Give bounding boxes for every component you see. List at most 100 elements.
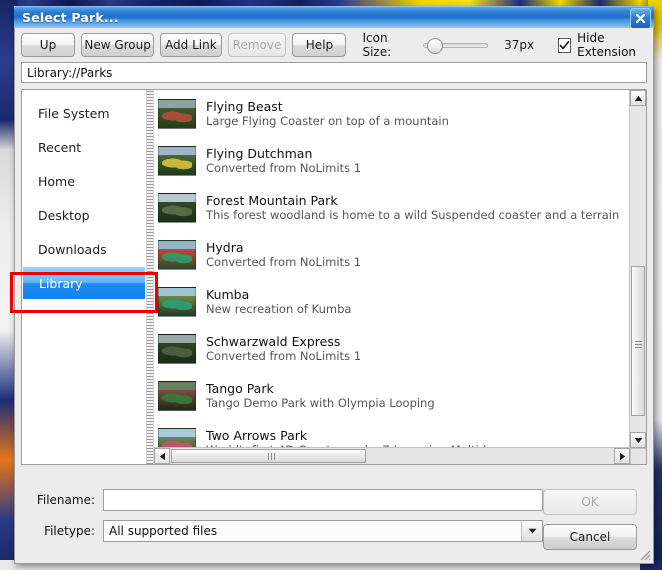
park-thumbnail-icon	[158, 145, 196, 176]
park-thumbnail-icon	[158, 98, 196, 129]
park-thumbnail-icon	[158, 239, 196, 270]
filetype-label: Filetype:	[44, 524, 95, 538]
vertical-scrollbar-thumb[interactable]	[631, 266, 645, 416]
scrollbar-grip	[634, 340, 642, 342]
park-thumbnail-icon	[158, 192, 196, 223]
file-item-title: Flying Beast	[206, 98, 283, 114]
file-list: Flying Beast Large Flying Coaster on top …	[154, 90, 630, 448]
thumbnail-detail	[162, 107, 192, 124]
thumbnail-detail	[162, 295, 192, 312]
dialog-body: Up New Group Add Link Remove Help Icon S…	[14, 28, 654, 564]
toolbar: Up New Group Add Link Remove Help Icon S…	[15, 28, 653, 62]
add-link-button[interactable]: Add Link	[160, 33, 222, 57]
action-buttons: OK Cancel	[543, 489, 637, 550]
path-input[interactable]: Library://Parks	[21, 62, 647, 83]
file-item-title: Two Arrows Park	[206, 427, 308, 443]
file-item-text: Flying Dutchman Converted from NoLimits 1	[206, 146, 361, 175]
file-item-text: Hydra Converted from NoLimits 1	[206, 240, 361, 269]
triangle-down-icon[interactable]	[630, 432, 646, 448]
sidebar-item-label: File System	[38, 105, 110, 121]
file-list-item[interactable]: Forest Mountain Park This forest woodland…	[154, 184, 630, 231]
file-item-description: Converted from NoLimits 1	[206, 161, 362, 176]
chevron-down-icon[interactable]	[521, 521, 542, 541]
horizontal-scrollbar[interactable]	[154, 447, 630, 464]
thumbnail-detail	[162, 248, 192, 265]
filename-input[interactable]	[103, 489, 543, 511]
sidebar-item-downloads[interactable]: Downloads	[22, 232, 146, 266]
file-item-description: This forest woodland is home to a wild S…	[206, 208, 620, 223]
file-item-text: Kumba New recreation of Kumba	[206, 287, 351, 316]
triangle-left-icon[interactable]	[154, 448, 170, 464]
scrollbar-grip	[268, 452, 269, 460]
icon-size-slider[interactable]	[422, 37, 489, 54]
file-item-title: Kumba	[206, 286, 250, 302]
file-item-text: Forest Mountain Park This forest woodland…	[206, 193, 619, 222]
dialog-titlebar[interactable]: Select Park...	[14, 6, 654, 29]
file-item-title: Forest Mountain Park	[206, 192, 338, 208]
dialog-footer: Filename: Filetype: All supported files …	[15, 479, 653, 563]
vertical-scrollbar[interactable]	[629, 90, 646, 448]
file-list-item[interactable]: Tango Park Tango Demo Park with Olympia L…	[154, 372, 630, 419]
new-group-button[interactable]: New Group	[81, 33, 155, 57]
sidebar-item-recent[interactable]: Recent	[22, 130, 146, 164]
resize-grip[interactable]	[637, 547, 651, 561]
filename-label: Filename:	[36, 493, 95, 507]
file-list-item[interactable]: Schwarzwald Express Converted from NoLimi…	[154, 325, 630, 372]
up-button[interactable]: Up	[21, 33, 75, 57]
file-item-description: Tango Demo Park with Olympia Looping	[206, 396, 435, 411]
help-button[interactable]: Help	[292, 33, 347, 57]
park-thumbnail-icon	[158, 380, 196, 411]
slider-thumb[interactable]	[426, 38, 443, 54]
thumbnail-detail	[162, 201, 192, 218]
icon-size-label: Icon Size:	[362, 31, 392, 59]
pane-splitter[interactable]	[146, 90, 154, 464]
sidebar-item-label: Downloads	[38, 241, 107, 257]
select-park-dialog: Select Park... Up New Group Add Link Rem…	[14, 6, 654, 564]
thumbnail-detail	[162, 154, 192, 171]
sidebar-item-label: Library	[39, 275, 83, 291]
file-list-item[interactable]: Two Arrows ParkWorld's first 4D-Coaster …	[154, 419, 630, 448]
filetype-select[interactable]: All supported files	[103, 520, 543, 542]
sidebar-item-label: Home	[38, 173, 75, 189]
filetype-value: All supported files	[109, 524, 218, 538]
file-item-text: Schwarzwald Express Converted from NoLimi…	[206, 334, 361, 363]
scrollbar-corner	[630, 448, 646, 464]
sidebar-item-library[interactable]: Library	[22, 266, 146, 300]
sidebar-item-desktop[interactable]: Desktop	[22, 198, 146, 232]
hide-extension-label: Hide Extension	[577, 31, 637, 59]
dialog-title: Select Park...	[22, 10, 119, 25]
horizontal-scrollbar-thumb[interactable]	[171, 449, 366, 463]
sidebar-item-file-system[interactable]: File System	[22, 96, 146, 130]
file-item-description: Converted from NoLimits 1	[206, 349, 362, 364]
file-list-item[interactable]: Flying Dutchman Converted from NoLimits 1	[154, 137, 630, 184]
file-item-title: Schwarzwald Express	[206, 333, 341, 349]
file-pane: Flying Beast Large Flying Coaster on top …	[154, 90, 646, 464]
file-item-text: Tango Park Tango Demo Park with Olympia L…	[206, 381, 435, 410]
cancel-button[interactable]: Cancel	[543, 524, 637, 550]
triangle-right-icon[interactable]	[614, 448, 630, 464]
ok-button: OK	[543, 489, 637, 515]
sidebar-item-home[interactable]: Home	[22, 164, 146, 198]
file-item-text: Flying Beast Large Flying Coaster on top …	[206, 99, 449, 128]
sidebar-item-label: Desktop	[38, 207, 90, 223]
remove-button: Remove	[227, 33, 287, 57]
file-list-item[interactable]: Hydra Converted from NoLimits 1	[154, 231, 630, 278]
close-icon[interactable]	[630, 8, 651, 29]
triangle-up-icon[interactable]	[630, 90, 646, 106]
file-item-text: Two Arrows ParkWorld's first 4D-Coaster …	[206, 428, 522, 448]
park-thumbnail-icon	[158, 333, 196, 364]
park-thumbnail-icon	[158, 427, 196, 448]
sidebar-item-label: Recent	[38, 139, 82, 155]
file-list-item[interactable]: Flying Beast Large Flying Coaster on top …	[154, 90, 630, 137]
browser-panes: File System Recent Home Desktop Downloads Lib…	[21, 89, 647, 465]
file-list-item[interactable]: Kumba New recreation of Kumba	[154, 278, 630, 325]
hide-extension-checkbox[interactable]: Hide Extension	[558, 31, 647, 59]
file-item-title: Flying Dutchman	[206, 145, 313, 161]
check-mark-icon[interactable]	[558, 37, 572, 53]
file-item-title: Hydra	[206, 239, 244, 255]
thumbnail-detail	[162, 389, 192, 406]
park-thumbnail-icon	[158, 286, 196, 317]
thumbnail-detail	[162, 342, 192, 359]
places-sidebar: File System Recent Home Desktop Downloads Lib…	[22, 90, 146, 464]
file-item-description: Large Flying Coaster on top of a mountai…	[206, 114, 449, 129]
